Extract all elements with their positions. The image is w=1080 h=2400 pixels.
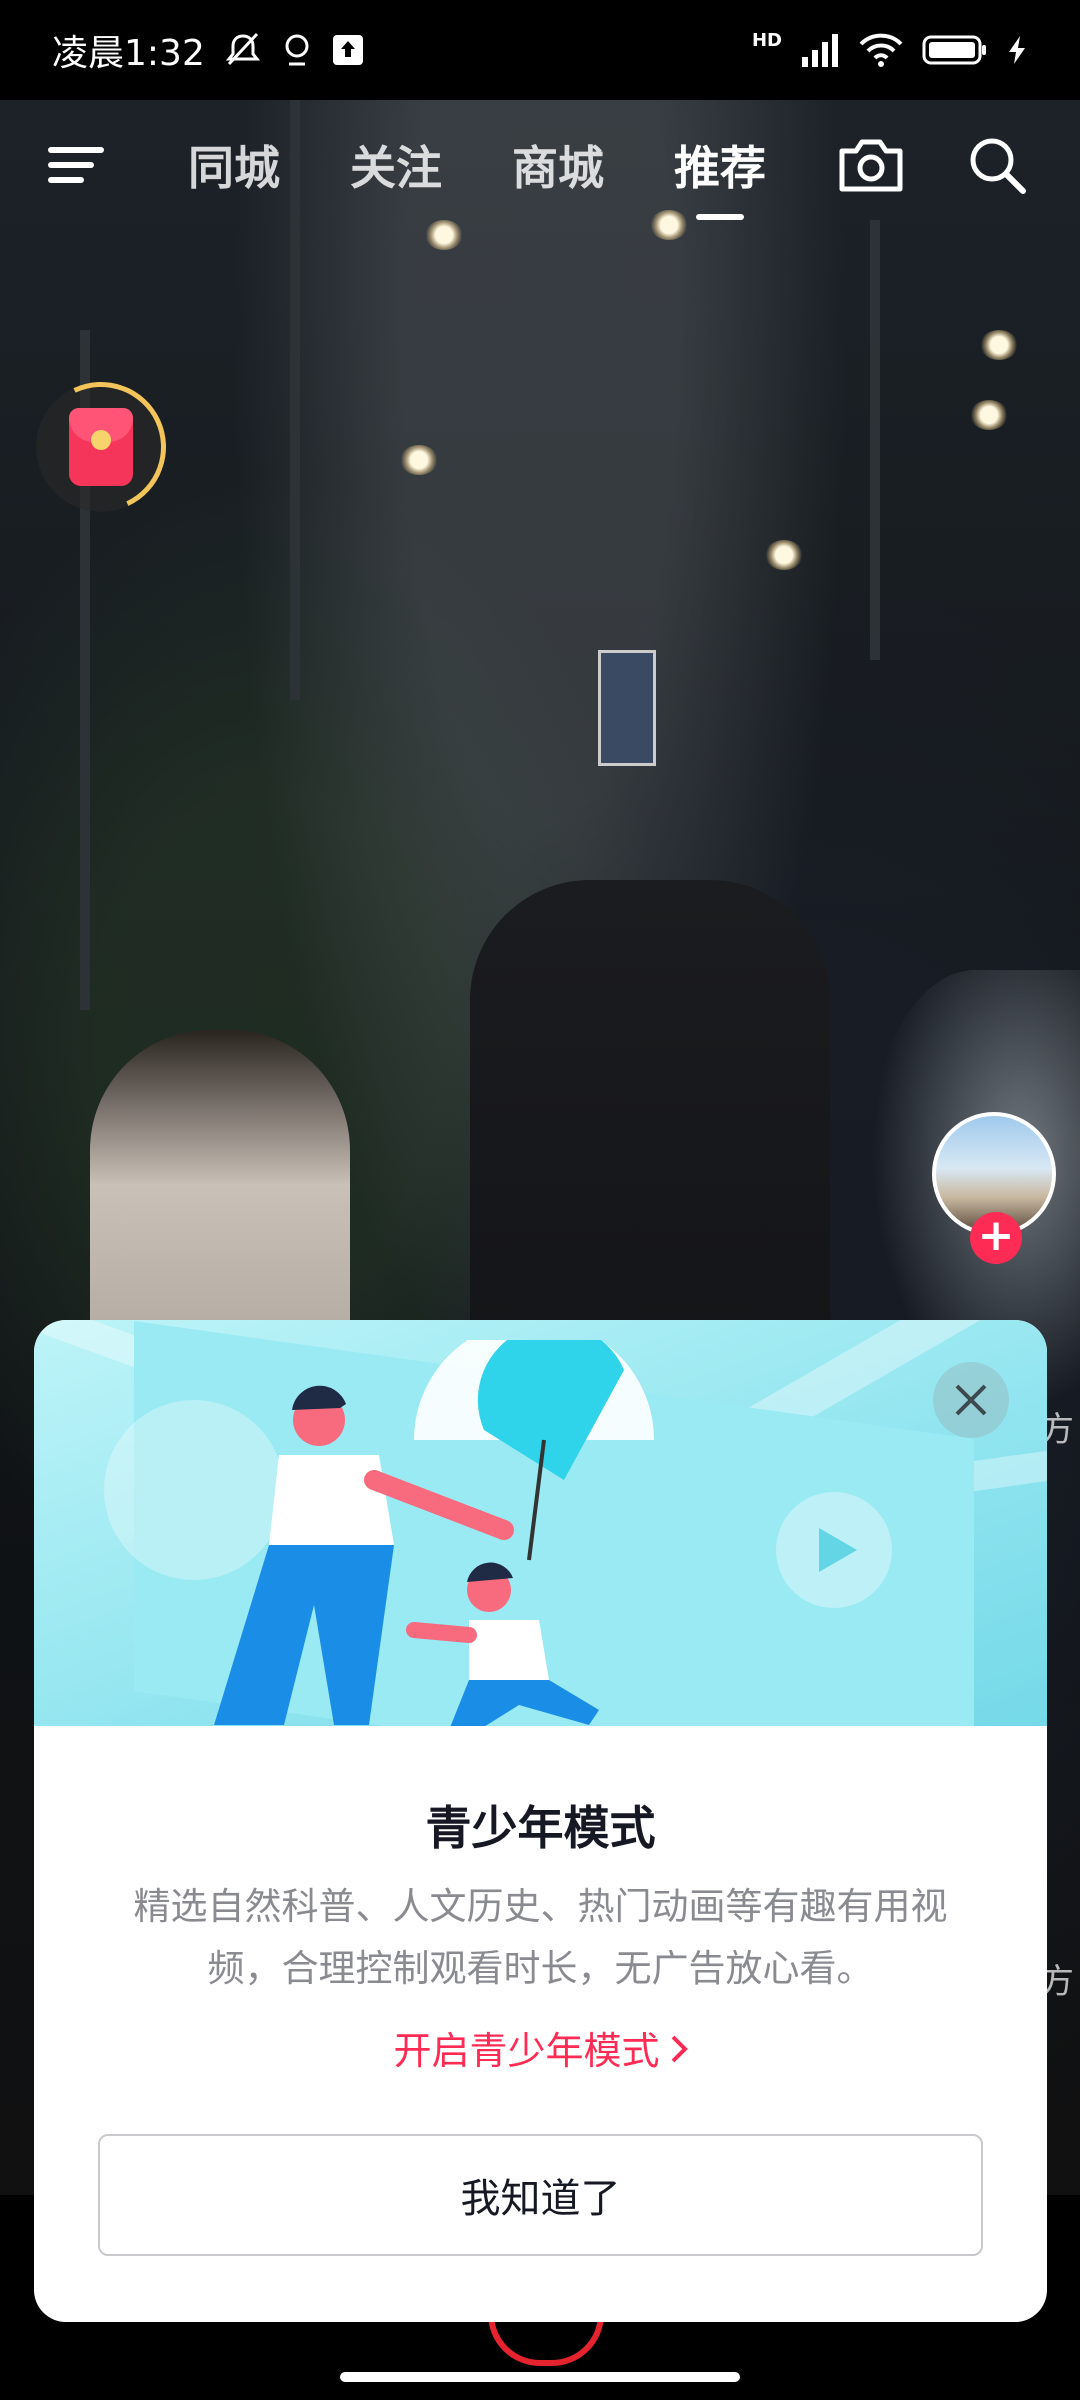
wifi-icon bbox=[859, 33, 903, 67]
feed-tabs: 同城 关注 商城 推荐 bbox=[188, 132, 766, 220]
enable-teen-mode-label: 开启青少年模式 bbox=[393, 2029, 660, 2073]
mute-bell-icon bbox=[225, 32, 260, 66]
top-nav: 同城 关注 商城 推荐 bbox=[0, 100, 1080, 230]
battery-icon bbox=[922, 35, 986, 65]
charging-icon bbox=[1009, 36, 1025, 64]
close-icon bbox=[955, 1384, 987, 1416]
street-lamp bbox=[765, 540, 803, 570]
signal-icon bbox=[802, 34, 838, 67]
enable-teen-mode-link[interactable]: 开启青少年模式 bbox=[34, 2020, 1047, 2075]
location-icon bbox=[285, 34, 309, 66]
teen-mode-dialog: 青少年模式 精选自然科普、人文历史、热门动画等有趣有用视频，合理控制观看时长，无… bbox=[34, 1320, 1047, 2322]
menu-icon[interactable] bbox=[48, 143, 104, 187]
hd-label: HD bbox=[751, 29, 782, 51]
tab-mall[interactable]: 商城 bbox=[512, 132, 604, 198]
road-sign bbox=[598, 650, 656, 766]
street-pole bbox=[870, 220, 880, 660]
home-indicator[interactable] bbox=[340, 2372, 740, 2382]
upload-icon bbox=[332, 35, 363, 65]
status-time: 凌晨1:32 bbox=[52, 33, 205, 74]
close-button[interactable] bbox=[933, 1362, 1009, 1438]
play-icon bbox=[776, 1492, 892, 1608]
red-packet-icon bbox=[69, 408, 133, 486]
dialog-banner-illustration bbox=[34, 1320, 1047, 1726]
search-icon[interactable] bbox=[966, 134, 1028, 196]
dialog-title: 青少年模式 bbox=[425, 1801, 656, 1855]
chevron-right-icon bbox=[671, 2035, 688, 2063]
tab-following[interactable]: 关注 bbox=[350, 132, 442, 198]
parent-child-umbrella-illustration bbox=[214, 1340, 654, 1726]
tab-recommended[interactable]: 推荐 bbox=[674, 132, 766, 220]
camera-icon[interactable] bbox=[836, 135, 906, 195]
street-lamp bbox=[400, 445, 438, 475]
red-packet-widget[interactable] bbox=[17, 363, 185, 531]
tab-local[interactable]: 同城 bbox=[188, 132, 280, 198]
follow-button[interactable]: + bbox=[970, 1212, 1022, 1264]
acknowledge-button[interactable]: 我知道了 bbox=[98, 2134, 983, 2256]
street-lamp bbox=[970, 400, 1008, 430]
street-lamp bbox=[980, 330, 1018, 360]
status-bar: 凌晨1:32 HD bbox=[0, 0, 1080, 100]
dialog-description: 精选自然科普、人文历史、热门动画等有趣有用视频，合理控制观看时长，无广告放心看。 bbox=[133, 1885, 948, 1990]
